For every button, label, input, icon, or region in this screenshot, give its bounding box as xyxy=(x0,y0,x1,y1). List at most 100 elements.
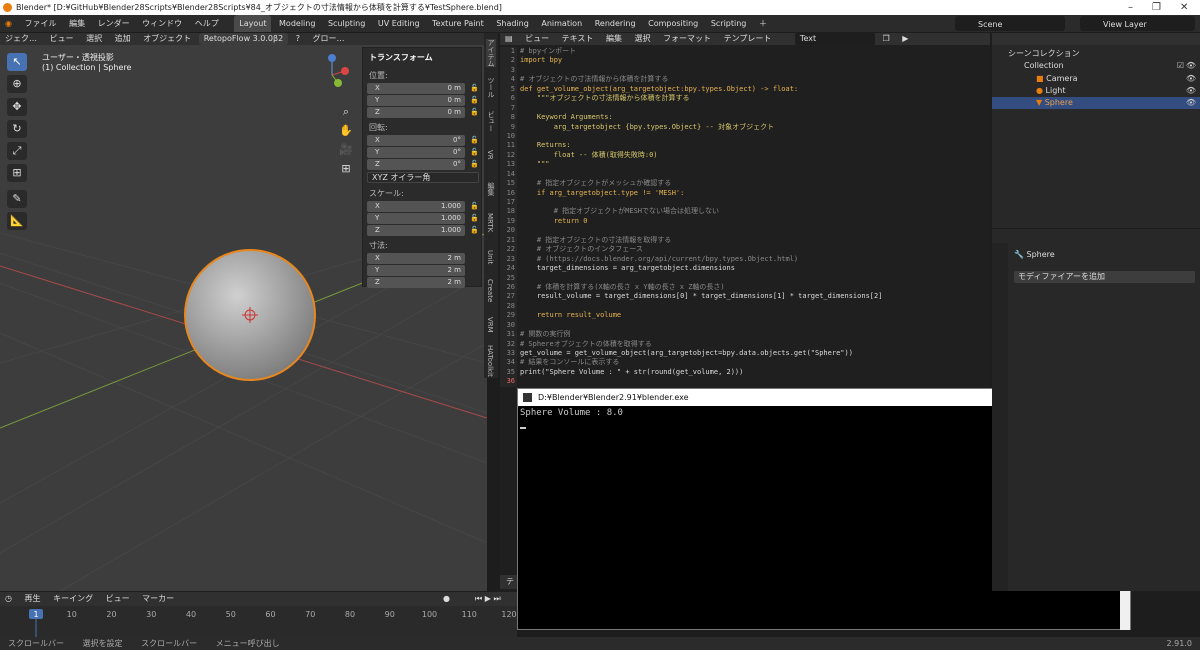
menu-window[interactable]: ウィンドウ xyxy=(137,15,187,32)
dimensions-y-field[interactable]: Y 2 m xyxy=(367,265,465,276)
transform-tool-icon[interactable]: ⊞ xyxy=(7,164,27,182)
record-icon[interactable]: ● xyxy=(438,592,455,606)
eye-icon[interactable]: 👁 xyxy=(1186,73,1196,85)
tab-edit[interactable]: 編集 xyxy=(486,175,496,203)
location-y-field[interactable]: Y 0 m 🔓 xyxy=(367,95,479,106)
tab-layout[interactable]: Layout xyxy=(234,15,272,32)
tab-shading[interactable]: Shading xyxy=(491,15,534,32)
scale-tool-icon[interactable]: ⤢ xyxy=(7,142,27,160)
new-text-icon[interactable]: ❐ xyxy=(877,33,894,45)
lock-icon[interactable]: 🔓 xyxy=(470,95,479,106)
cursor-tool-icon[interactable]: ⊕ xyxy=(7,75,27,93)
close-icon[interactable]: ✕ xyxy=(1180,0,1188,15)
move-tool-icon[interactable]: ✥ xyxy=(7,98,27,116)
tab-uv-editing[interactable]: UV Editing xyxy=(373,15,425,32)
lock-icon[interactable]: 🔓 xyxy=(470,135,479,146)
measure-tool-icon[interactable]: 📐 xyxy=(7,212,27,230)
tab-sculpting[interactable]: Sculpting xyxy=(323,15,370,32)
menu-edit[interactable]: 編集 xyxy=(64,15,90,32)
tab-unit[interactable]: Unit xyxy=(486,243,494,271)
view-layer-selector[interactable]: View Layer xyxy=(1080,16,1195,31)
ortho-grid-icon[interactable]: ⊞ xyxy=(338,162,354,178)
viewport-menu-add[interactable]: 追加 xyxy=(110,33,136,45)
menu-file[interactable]: ファイル xyxy=(20,15,62,32)
outliner-item-light[interactable]: ● Light 👁 xyxy=(992,85,1200,97)
rotation-y-field[interactable]: Y 0° 🔓 xyxy=(367,147,479,158)
location-x-field[interactable]: X 0 m 🔓 xyxy=(367,83,479,94)
tab-texture-paint[interactable]: Texture Paint xyxy=(427,15,489,32)
outliner-scene-collection[interactable]: シーンコレクション xyxy=(992,48,1200,60)
lock-icon[interactable]: 🔓 xyxy=(470,107,479,118)
lock-icon[interactable]: 🔓 xyxy=(470,147,479,158)
eye-icon[interactable]: 👁 xyxy=(1186,60,1196,72)
mode-dropdown[interactable]: ジェク… xyxy=(0,33,42,45)
viewport-menu-select[interactable]: 選択 xyxy=(81,33,107,45)
maximize-icon[interactable]: ❐ xyxy=(1152,0,1161,15)
editor-menu-view[interactable]: ビュー xyxy=(520,33,554,45)
minimize-icon[interactable]: – xyxy=(1128,0,1133,15)
editor-menu-select[interactable]: 選択 xyxy=(630,33,656,45)
scale-z-field[interactable]: Z 1.000 🔓 xyxy=(367,225,479,236)
lock-icon[interactable]: 🔓 xyxy=(470,201,479,212)
tab-modeling[interactable]: Modeling xyxy=(274,15,320,32)
tab-hatoolkit[interactable]: HAToolkit xyxy=(486,345,494,377)
run-script-icon[interactable]: ▶ xyxy=(897,33,913,45)
tab-view[interactable]: ビュー xyxy=(486,107,496,135)
select-tool-icon[interactable]: ↖ xyxy=(7,53,27,71)
add-modifier-dropdown[interactable]: モディファイアーを追加 xyxy=(1014,271,1195,283)
tab-compositing[interactable]: Compositing xyxy=(643,15,703,32)
timeline-menu-keying[interactable]: キーイング xyxy=(48,592,98,606)
lock-icon[interactable]: 🔓 xyxy=(470,225,479,236)
location-z-field[interactable]: Z 0 m 🔓 xyxy=(367,107,479,118)
tab-create[interactable]: Create xyxy=(486,277,494,305)
camera-view-icon[interactable]: 🎥 xyxy=(338,143,354,159)
retopoflow-button[interactable]: RetopoFlow 3.0.0β2 xyxy=(198,33,289,45)
rotation-mode-dropdown[interactable]: XYZ オイラー角 xyxy=(367,172,479,183)
tab-tool[interactable]: ツール xyxy=(486,73,496,101)
help-icon[interactable]: ? xyxy=(291,33,305,45)
zoom-icon[interactable]: ⌕ xyxy=(338,105,354,121)
lock-icon[interactable]: 🔓 xyxy=(470,159,479,170)
scene-selector[interactable]: Scene xyxy=(955,16,1065,31)
rotation-z-field[interactable]: Z 0° 🔓 xyxy=(367,159,479,170)
timeline-type-icon[interactable]: ◷ xyxy=(0,592,17,606)
tab-rendering[interactable]: Rendering xyxy=(590,15,641,32)
code-area[interactable]: # bpyインポート import bpy # オブジェクトの寸法情報から体積を計算… xyxy=(520,47,990,387)
timeline-menu-marker[interactable]: マーカー xyxy=(137,592,179,606)
viewport-menu-object[interactable]: オブジェクト xyxy=(138,33,196,45)
checkbox-icon[interactable]: ☑ xyxy=(1177,60,1184,72)
tab-item[interactable]: アイテム xyxy=(486,39,496,67)
timeline-menu-playback[interactable]: 再生 xyxy=(20,592,46,606)
properties-tabs[interactable] xyxy=(992,243,1008,591)
annotate-tool-icon[interactable]: ✎ xyxy=(7,190,27,208)
play-controls-icon[interactable]: ⏮ ▶ ⏭ xyxy=(470,592,506,606)
tab-scripting[interactable]: Scripting xyxy=(706,15,752,32)
text-datablock-name[interactable]: Text xyxy=(794,33,875,45)
tab-vr[interactable]: VR xyxy=(486,141,494,169)
pan-hand-icon[interactable]: ✋ xyxy=(338,124,354,140)
timeline-menu-view[interactable]: ビュー xyxy=(101,592,135,606)
properties-editor[interactable] xyxy=(992,229,1200,591)
blender-menu-icon[interactable]: ◉ xyxy=(0,15,17,32)
scale-x-field[interactable]: X 1.000 🔓 xyxy=(367,201,479,212)
outliner-item-camera[interactable]: ■ Camera 👁 xyxy=(992,73,1200,85)
add-workspace-icon[interactable]: ＋ xyxy=(754,15,772,32)
viewport-menu-view[interactable]: ビュー xyxy=(45,33,79,45)
menu-render[interactable]: レンダー xyxy=(93,15,135,32)
rotate-tool-icon[interactable]: ↻ xyxy=(7,120,27,138)
tab-vrm[interactable]: VRM xyxy=(486,311,494,339)
scale-y-field[interactable]: Y 1.000 🔓 xyxy=(367,213,479,224)
tab-animation[interactable]: Animation xyxy=(536,15,587,32)
outliner-collection[interactable]: Collection ☑ 👁 xyxy=(992,60,1200,72)
editor-menu-format[interactable]: フォーマット xyxy=(658,33,716,45)
lock-icon[interactable]: 🔓 xyxy=(470,83,479,94)
navigation-gizmo[interactable] xyxy=(328,54,349,87)
transform-orientation-dropdown[interactable]: グロー… xyxy=(308,33,350,45)
dimensions-z-field[interactable]: Z 2 m xyxy=(367,277,465,288)
tab-mrtk[interactable]: MRTK xyxy=(486,209,494,237)
editor-menu-templates[interactable]: テンプレート xyxy=(719,33,777,45)
lock-icon[interactable]: 🔓 xyxy=(470,213,479,224)
eye-icon[interactable]: 👁 xyxy=(1186,85,1196,97)
outliner-item-sphere[interactable]: ▼ Sphere 👁 xyxy=(992,97,1200,109)
editor-type-icon[interactable]: ▤ xyxy=(500,33,518,45)
